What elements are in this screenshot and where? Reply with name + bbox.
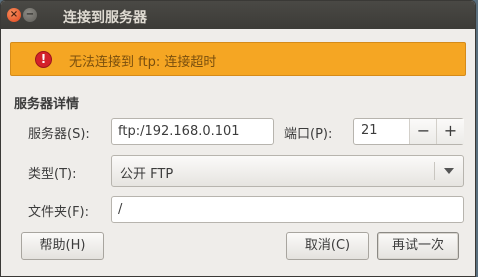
- window-title: 连接到服务器: [63, 10, 147, 26]
- close-icon[interactable]: ×: [7, 8, 21, 22]
- retry-button[interactable]: 再试一次: [377, 232, 459, 260]
- type-selected-value: 公开 FTP: [120, 167, 174, 182]
- error-icon: !: [35, 51, 52, 68]
- error-infobar: ! 无法连接到 ftp: 连接超时: [10, 42, 466, 76]
- help-button[interactable]: 帮助(H): [21, 232, 104, 260]
- folder-label: 文件夹(F):: [28, 205, 90, 220]
- port-increment-button[interactable]: +: [436, 119, 464, 144]
- combo-separator: [434, 162, 435, 180]
- type-combobox[interactable]: 公开 FTP: [111, 155, 464, 187]
- cancel-button[interactable]: 取消(C): [286, 232, 369, 260]
- error-message: 无法连接到 ftp: 连接超时: [69, 55, 217, 70]
- server-label: 服务器(S):: [28, 127, 90, 142]
- connect-to-server-dialog: × − 连接到服务器 ! 无法连接到 ftp: 连接超时 服务器详情 服务器(S…: [0, 0, 476, 277]
- port-spinner[interactable]: 21 − +: [353, 118, 464, 145]
- port-decrement-button[interactable]: −: [409, 119, 437, 144]
- port-value[interactable]: 21: [361, 123, 378, 138]
- type-label: 类型(T):: [28, 167, 77, 182]
- port-label: 端口(P):: [284, 127, 333, 142]
- server-details-heading: 服务器详情: [14, 97, 80, 112]
- minimize-icon[interactable]: −: [23, 8, 37, 22]
- title-bar: × − 连接到服务器: [1, 1, 475, 29]
- chevron-down-icon[interactable]: [444, 168, 454, 174]
- server-input[interactable]: ftp:/192.168.0.101: [111, 118, 274, 145]
- folder-input[interactable]: /: [111, 196, 464, 223]
